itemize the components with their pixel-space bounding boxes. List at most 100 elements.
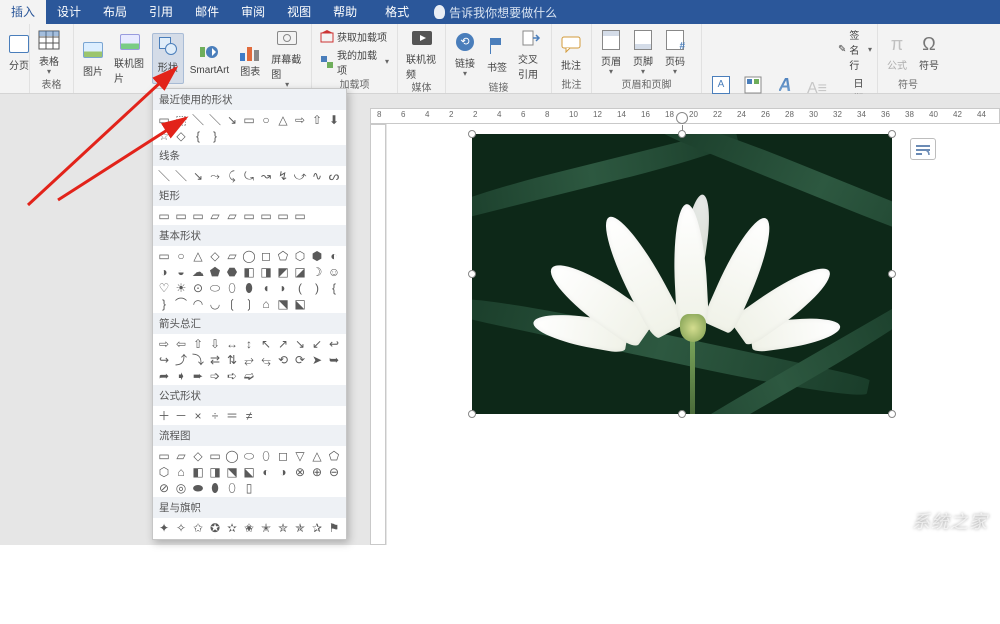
shape-option[interactable]: ▱	[225, 209, 239, 222]
shape-option[interactable]: ↘	[191, 169, 205, 182]
resize-handle-ne[interactable]	[888, 130, 896, 138]
shape-option[interactable]: ⌂	[174, 465, 188, 478]
shape-option[interactable]: ▯	[242, 481, 256, 494]
shape-option[interactable]: ⥂	[242, 353, 256, 366]
shape-option[interactable]: ⤴	[174, 353, 188, 366]
shapes-button[interactable]: 形状▾	[152, 33, 184, 84]
bookmark-button[interactable]: 书签	[482, 34, 512, 75]
shape-option[interactable]: ⇅	[225, 353, 239, 366]
vertical-ruler[interactable]	[370, 124, 386, 545]
shape-option[interactable]: ◻	[276, 449, 290, 462]
shape-option[interactable]: ◑	[157, 265, 171, 278]
shape-option[interactable]: ⇧	[310, 113, 324, 126]
resize-handle-sw[interactable]	[468, 410, 476, 418]
resize-handle-w[interactable]	[468, 270, 476, 278]
shape-option[interactable]: ⬬	[191, 481, 205, 494]
shape-option[interactable]: ▱	[225, 249, 239, 262]
shape-option[interactable]: ◐	[327, 249, 341, 262]
shape-option[interactable]: ＼	[191, 113, 205, 126]
signature-line-button[interactable]: ✎签名行▾	[834, 26, 876, 73]
resize-handle-nw[interactable]	[468, 130, 476, 138]
shape-option[interactable]: ⬕	[293, 297, 307, 310]
screenshot-button[interactable]: 屏幕截图▾	[267, 26, 307, 90]
shape-option[interactable]: ⬕	[242, 465, 256, 478]
shape-option[interactable]: ▭	[276, 209, 290, 222]
tables-button[interactable]: 表格 ▾	[34, 28, 64, 77]
shape-option[interactable]: ↖	[259, 337, 273, 350]
shape-option[interactable]: ◠	[191, 297, 205, 310]
shape-option[interactable]: ➦	[157, 369, 171, 382]
shape-option[interactable]: ↕	[242, 337, 256, 350]
shape-option[interactable]: ◪	[293, 265, 307, 278]
shape-option[interactable]: ↘	[225, 113, 239, 126]
shape-option[interactable]: }	[157, 297, 171, 310]
shape-option[interactable]: ⤳	[208, 169, 222, 182]
shape-option[interactable]: ☆	[157, 129, 171, 142]
tab-insert[interactable]: 插入	[0, 0, 46, 24]
shape-option[interactable]: {	[191, 129, 205, 142]
shape-option[interactable]: ☺	[327, 265, 341, 278]
shape-option[interactable]: ⬭	[208, 281, 222, 294]
shape-option[interactable]: ⬠	[276, 249, 290, 262]
shape-option[interactable]: ▭	[242, 209, 256, 222]
shape-option[interactable]: ◖	[259, 281, 273, 294]
shape-option[interactable]: ⇩	[208, 337, 222, 350]
shape-option[interactable]: ᔕ	[327, 169, 341, 182]
shape-option[interactable]: ◗	[276, 281, 290, 294]
get-addins-button[interactable]: 获取加载项	[316, 28, 393, 45]
shape-option[interactable]: ↗	[276, 337, 290, 350]
shape-option[interactable]: ≠	[242, 409, 256, 422]
shape-option[interactable]: ✪	[208, 521, 222, 534]
shape-option[interactable]: ⬇	[327, 113, 341, 126]
shape-option[interactable]: ◇	[191, 449, 205, 462]
shape-option[interactable]: ⇄	[208, 353, 222, 366]
shape-option[interactable]: ◧	[242, 265, 256, 278]
shape-option[interactable]: ⬢	[310, 249, 324, 262]
shape-option[interactable]: ✰	[310, 521, 324, 534]
shape-option[interactable]: ↩	[327, 337, 341, 350]
shape-option[interactable]: ◑	[276, 465, 290, 478]
shape-option[interactable]: ∿	[310, 169, 324, 182]
shape-option[interactable]: ◒	[174, 265, 188, 278]
shape-option[interactable]: ▭	[157, 449, 171, 462]
shape-option[interactable]: ▭	[191, 209, 205, 222]
shape-option[interactable]: ◨	[208, 465, 222, 478]
shape-option[interactable]: ⟳	[293, 353, 307, 366]
shape-option[interactable]: ⬯	[225, 481, 239, 494]
shape-option[interactable]: ➪	[225, 369, 239, 382]
shape-option[interactable]: ×	[191, 409, 205, 422]
shape-option[interactable]: ☀	[174, 281, 188, 294]
shape-option[interactable]: ❳	[242, 297, 256, 310]
shape-option[interactable]: (	[293, 281, 307, 294]
tab-view[interactable]: 视图	[276, 0, 322, 24]
shape-option[interactable]: ⌒	[174, 297, 188, 310]
shape-option[interactable]: ◇	[208, 249, 222, 262]
shape-option[interactable]: ❀	[191, 537, 205, 540]
header-button[interactable]: 页眉▾	[596, 28, 626, 77]
shape-option[interactable]: △	[310, 449, 324, 462]
tab-layout[interactable]: 布局	[92, 0, 138, 24]
shape-option[interactable]: ⊗	[293, 465, 307, 478]
shape-option[interactable]: ✧	[174, 521, 188, 534]
shape-option[interactable]: ▭	[242, 113, 256, 126]
shape-option[interactable]: ⇨	[293, 113, 307, 126]
shape-option[interactable]: ✫	[225, 521, 239, 534]
shape-option[interactable]: ○	[259, 113, 273, 126]
shape-option[interactable]: ⥃	[259, 353, 273, 366]
shape-option[interactable]: ＼	[157, 169, 171, 182]
shape-option[interactable]: ◻	[259, 249, 273, 262]
shape-option[interactable]: ☁	[191, 265, 205, 278]
shape-option[interactable]: ＋	[157, 409, 171, 422]
shape-option[interactable]: ▭	[174, 209, 188, 222]
shape-option[interactable]: ↔	[225, 337, 239, 350]
comment-button[interactable]: 批注	[556, 32, 586, 73]
smartart-button[interactable]: SmartArt	[186, 40, 233, 77]
shape-option[interactable]: ↙	[310, 337, 324, 350]
link-button[interactable]: ⟲链接▾	[450, 30, 480, 79]
shape-option[interactable]: ⊙	[191, 281, 205, 294]
shape-option[interactable]: ➧	[174, 369, 188, 382]
tab-help[interactable]: 帮助	[322, 0, 368, 24]
shape-option[interactable]: ⬡	[293, 249, 307, 262]
shape-option[interactable]: ✬	[242, 521, 256, 534]
shape-option[interactable]: ➨	[191, 369, 205, 382]
